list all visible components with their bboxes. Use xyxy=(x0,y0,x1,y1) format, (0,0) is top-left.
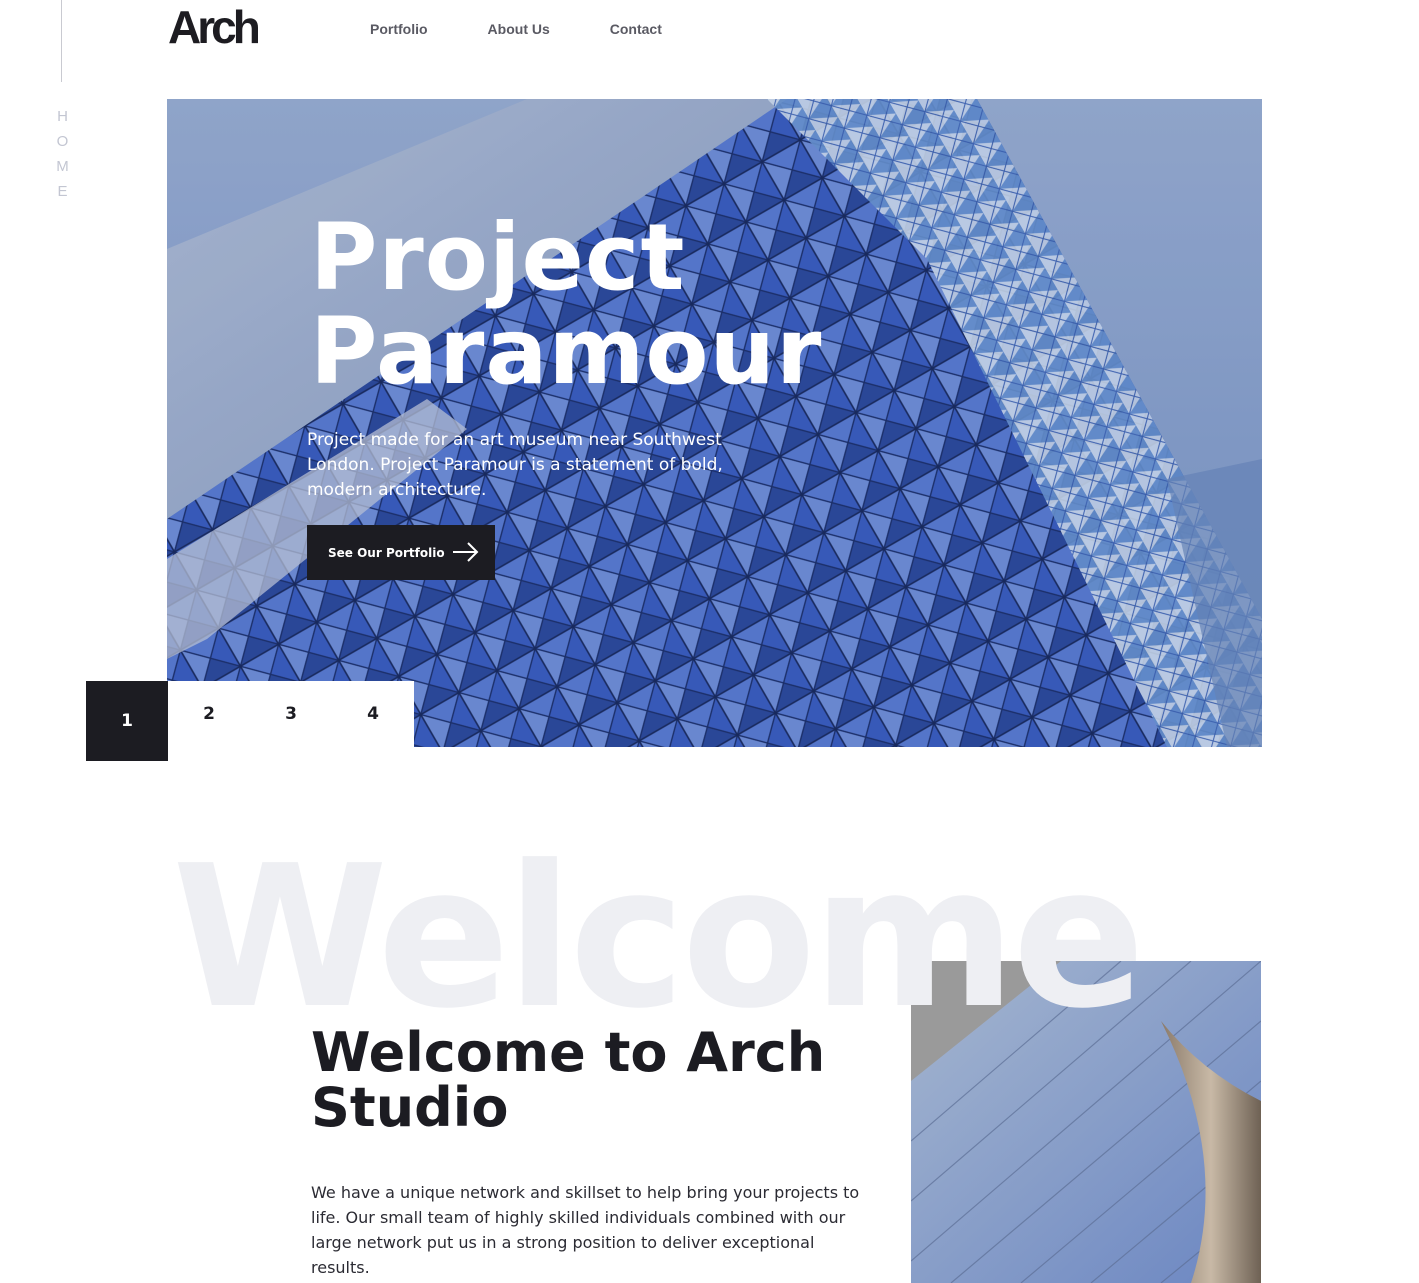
slide-button-1[interactable]: 1 xyxy=(86,681,168,761)
slide-button-3[interactable]: 3 xyxy=(250,681,332,747)
hero-building-image xyxy=(167,99,1262,747)
main-nav: Portfolio About Us Contact xyxy=(370,19,722,39)
nav-contact[interactable]: Contact xyxy=(610,19,662,39)
slide-button-2[interactable]: 2 xyxy=(168,681,250,747)
welcome-title: Welcome to Arch Studio xyxy=(311,1021,826,1139)
see-portfolio-button[interactable]: See Our Portfolio xyxy=(307,525,495,580)
rail-divider xyxy=(61,0,62,82)
hero-description: Project made for an art museum near Sout… xyxy=(307,430,723,500)
slide-button-4[interactable]: 4 xyxy=(332,681,414,747)
page-indicator-label: HOME xyxy=(54,108,71,208)
hero-title-line-2: Paramour xyxy=(310,298,823,405)
nav-portfolio[interactable]: Portfolio xyxy=(370,19,428,39)
nav-about-us[interactable]: About Us xyxy=(488,19,550,39)
page: HOME Arch Portfolio About Us Contact Pro… xyxy=(0,0,1419,1283)
see-portfolio-button-label: See Our Portfolio xyxy=(328,545,445,560)
arrow-right-icon xyxy=(453,542,479,562)
hero-title: Project Paramour xyxy=(310,211,930,399)
slide-pager: 1 2 3 4 xyxy=(86,681,414,761)
hero-title-line-1: Project xyxy=(310,204,686,311)
welcome-watermark: Welcome xyxy=(172,824,1145,1052)
logo[interactable]: Arch xyxy=(168,2,261,52)
hero-slide: Project Paramour Project made for an art… xyxy=(167,99,1262,747)
welcome-text: We have a unique network and skillset to… xyxy=(311,1183,860,1277)
